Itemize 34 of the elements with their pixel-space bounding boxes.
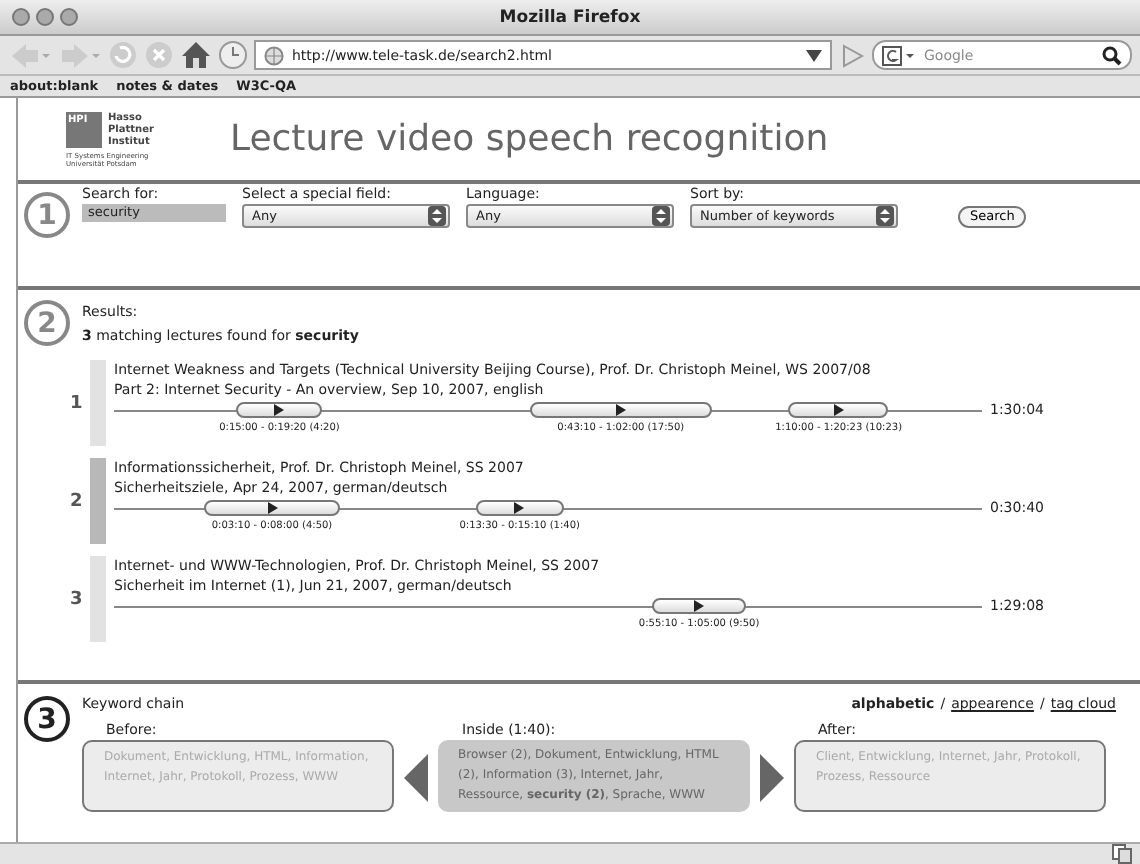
play-icon bbox=[274, 404, 285, 416]
result-number: 3 bbox=[70, 589, 85, 609]
window-title: Mozilla Firefox bbox=[497, 7, 643, 27]
play-icon bbox=[694, 600, 705, 612]
search-icon bbox=[1102, 45, 1122, 65]
go-icon[interactable] bbox=[838, 43, 866, 67]
dropdown-icon bbox=[806, 49, 822, 61]
next-arrow-icon[interactable] bbox=[760, 754, 784, 802]
home-icon[interactable] bbox=[180, 40, 212, 70]
clock-icon[interactable] bbox=[218, 40, 248, 70]
page-title: Lecture video speech recognition bbox=[230, 118, 829, 160]
play-icon bbox=[833, 404, 844, 416]
stepper-icon bbox=[428, 206, 446, 226]
play-segment-button[interactable] bbox=[476, 500, 564, 516]
engine-icon bbox=[882, 45, 918, 65]
result-number: 2 bbox=[70, 491, 85, 511]
zoom-icon[interactable] bbox=[60, 8, 78, 26]
play-icon bbox=[514, 502, 525, 514]
stepper-icon bbox=[652, 206, 670, 226]
play-segment-button[interactable] bbox=[651, 598, 747, 614]
step-number: 2 bbox=[24, 300, 70, 346]
previous-arrow-icon[interactable] bbox=[404, 754, 428, 802]
close-icon[interactable] bbox=[12, 8, 30, 26]
step-number: 3 bbox=[24, 696, 70, 742]
result-number: 1 bbox=[70, 393, 85, 413]
play-segment-button[interactable] bbox=[788, 402, 889, 418]
play-icon bbox=[615, 404, 626, 416]
step-number: 1 bbox=[24, 192, 70, 238]
play-icon bbox=[267, 502, 277, 514]
play-segment-button[interactable] bbox=[236, 402, 323, 418]
minimize-icon[interactable] bbox=[36, 8, 54, 26]
globe-icon bbox=[264, 45, 284, 65]
stepper-icon bbox=[876, 206, 894, 226]
play-segment-button[interactable] bbox=[203, 500, 341, 516]
